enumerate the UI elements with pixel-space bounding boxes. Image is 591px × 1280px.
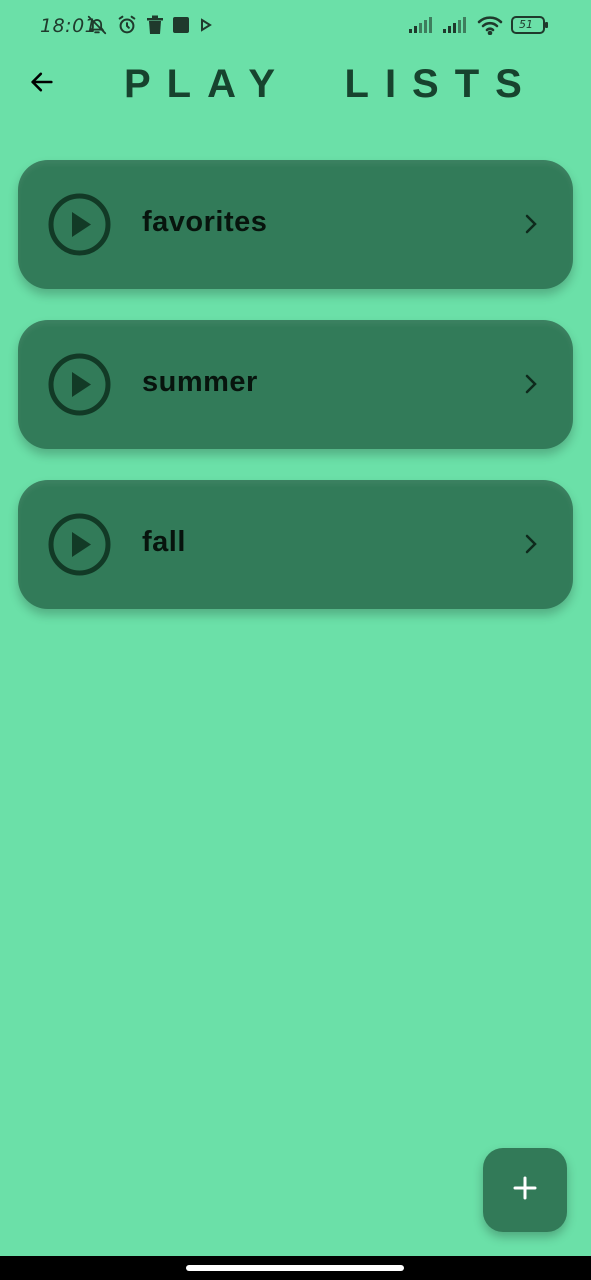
playlist-item[interactable]: fall: [18, 480, 573, 609]
playlist-name: favorites: [142, 206, 268, 238]
home-indicator[interactable]: [186, 1265, 404, 1271]
bell-off-icon: [86, 14, 108, 36]
playlist-list: favorites summer fall: [18, 160, 573, 640]
play-store-icon: [198, 17, 214, 33]
signal-icon: [443, 16, 469, 34]
playlist-item[interactable]: favorites: [18, 160, 573, 289]
status-right-icons: 51: [409, 15, 549, 35]
chevron-right-icon: [521, 533, 541, 555]
play-circle-icon[interactable]: [48, 513, 111, 576]
page-title: PLAY LISTS: [124, 62, 538, 106]
playlist-item[interactable]: summer: [18, 320, 573, 449]
chevron-right-icon: [521, 213, 541, 235]
status-left-icons: [86, 14, 214, 36]
add-playlist-button[interactable]: [483, 1148, 567, 1232]
square-icon: [172, 16, 190, 34]
battery-level: 51: [519, 18, 533, 31]
plus-icon: [512, 1175, 538, 1206]
playlists-screen: 18:01 51 PLAY LISTS favorites summer fal…: [0, 0, 591, 1280]
play-circle-icon[interactable]: [48, 353, 111, 416]
playlist-name: fall: [142, 526, 186, 558]
trash-icon: [146, 15, 164, 35]
alarm-icon: [116, 14, 138, 36]
signal-icon: [409, 16, 435, 34]
header: PLAY LISTS: [0, 56, 591, 116]
navigation-bar: [0, 1256, 591, 1280]
arrow-left-icon: [28, 68, 56, 101]
status-bar: 18:01 51: [0, 0, 591, 52]
playlist-name: summer: [142, 366, 258, 398]
wifi-icon: [477, 15, 503, 35]
battery-icon: 51: [511, 16, 549, 34]
chevron-right-icon: [521, 373, 541, 395]
play-circle-icon[interactable]: [48, 193, 111, 256]
back-button[interactable]: [22, 64, 62, 104]
